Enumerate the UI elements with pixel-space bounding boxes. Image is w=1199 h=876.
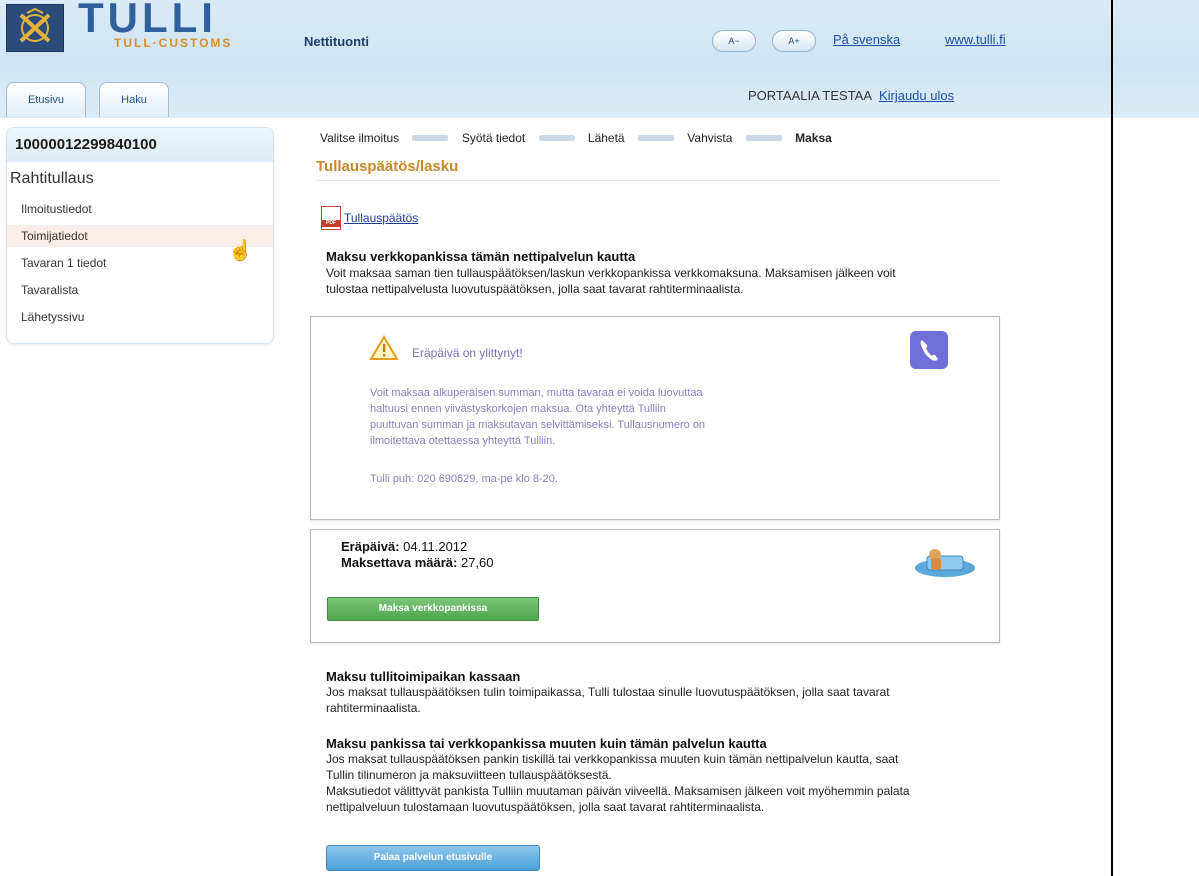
pdf-icon-label: PDF xyxy=(321,220,341,227)
bank-payment-line: Tullin tilinumeron ja maksuviitteen tull… xyxy=(326,768,612,782)
progress-steps: Valitse ilmoitus Syötä tiedot Lähetä Vah… xyxy=(320,130,832,145)
office-payment-line: Jos maksat tullauspäätöksen tulin toimip… xyxy=(326,685,890,699)
page-header: TULLI TULL·CUSTOMS Nettituonti A− A+ På … xyxy=(0,0,1199,118)
warning-icon xyxy=(369,335,399,366)
tab-etusivu[interactable]: Etusivu xyxy=(6,82,86,117)
logout-link[interactable]: Kirjaudu ulos xyxy=(879,88,954,103)
bank-payment-line: Maksutiedot välittyvät pankista Tulliin … xyxy=(326,784,910,798)
office-payment-line: rahtiterminaalista. xyxy=(326,701,421,715)
font-larger-button[interactable]: A+ xyxy=(772,30,816,52)
sidebar-item-tavaralista[interactable]: Tavaralista xyxy=(7,279,273,301)
phone-icon xyxy=(910,331,948,369)
step-arrow-icon xyxy=(745,134,782,141)
app-name: Nettituonti xyxy=(304,34,369,49)
user-name: PORTAALIA TESTAA xyxy=(748,88,872,103)
office-payment-heading: Maksu tullitoimipaikan kassaan xyxy=(326,669,521,684)
customs-emblem-logo xyxy=(6,4,64,52)
warning-text: Voit maksaa alkuperäisen summan, mutta t… xyxy=(370,385,930,449)
step-maksa: Maksa xyxy=(795,130,832,145)
warning-line: Voit maksaa alkuperäisen summan, mutta t… xyxy=(370,387,703,399)
customs-phone-number: Tulli puh: 020 690629, ma-pe klo 8-20. xyxy=(370,473,558,485)
amount-value: 27,60 xyxy=(460,555,494,570)
tulli-site-link[interactable]: www.tulli.fi xyxy=(945,32,1006,47)
user-info: PORTAALIA TESTAA Kirjaudu ulos xyxy=(748,88,954,103)
sidebar: 10000012299840100 Rahtitullaus Ilmoitust… xyxy=(6,127,274,344)
due-date-line: Eräpäivä: 04.11.2012 xyxy=(341,539,467,554)
warning-line: ilmoitettava otettaessa yhteyttä Tulliin… xyxy=(370,435,556,447)
due-date-value: 04.11.2012 xyxy=(403,539,468,554)
declaration-number: 10000012299840100 xyxy=(7,128,273,162)
warning-title: Eräpäivä on ylittynyt! xyxy=(412,346,523,360)
online-payment-heading: Maksu verkkopankissa tämän nettipalvelun… xyxy=(326,249,636,264)
step-laheta: Lähetä xyxy=(587,130,625,145)
hand-cursor-icon: ☝ xyxy=(228,240,253,262)
logo-subtitle: TULL·CUSTOMS xyxy=(114,36,233,50)
warning-line: haltuusi ennen viivästyskorkojen maksua.… xyxy=(370,403,666,415)
vertical-divider-line xyxy=(1111,0,1113,876)
sidebar-item-ilmoitustiedot[interactable]: Ilmoitustiedot xyxy=(7,198,273,220)
online-payment-line: Voit maksaa saman tien tullauspäätöksen/… xyxy=(326,266,896,280)
amount-line: Maksettava määrä: 27,60 xyxy=(341,555,494,570)
bank-payment-line: Jos maksat tullauspäätöksen pankin tiski… xyxy=(326,752,899,766)
font-smaller-button[interactable]: A− xyxy=(712,30,756,52)
pdf-icon[interactable]: PDF xyxy=(321,206,341,230)
step-arrow-icon xyxy=(637,134,674,141)
warning-line: puuttuvan summan ja maksutavan selvittäm… xyxy=(370,419,706,431)
page-title: Tullauspäätös/lasku xyxy=(316,158,459,175)
pay-online-button[interactable]: Maksa verkkopankissa xyxy=(327,597,539,621)
step-arrow-icon xyxy=(412,134,449,141)
sidebar-section-title: Rahtitullaus xyxy=(10,170,94,187)
back-to-home-button[interactable]: Palaa palvelun etusivulle xyxy=(326,845,540,871)
tab-haku[interactable]: Haku xyxy=(99,82,169,117)
online-payment-text: Voit maksaa saman tien tullauspäätöksen/… xyxy=(326,265,896,297)
bank-payment-text: Jos maksat tullauspäätöksen pankin tiski… xyxy=(326,751,910,815)
bank-payment-line: nettipalveluun tulostamaan luovutuspäätö… xyxy=(326,800,765,814)
office-payment-text: Jos maksat tullauspäätöksen tulin toimip… xyxy=(326,684,890,716)
bank-payment-heading: Maksu pankissa tai verkkopankissa muuten… xyxy=(326,736,767,751)
decision-pdf-link[interactable]: Tullauspäätös xyxy=(344,211,418,225)
step-valitse: Valitse ilmoitus xyxy=(320,130,400,145)
amount-label: Maksettava määrä: xyxy=(341,555,458,570)
title-divider xyxy=(316,180,1000,181)
payment-box: Eräpäivä: 04.11.2012 Maksettava määrä: 2… xyxy=(310,529,1000,643)
sidebar-item-lahetyssivu[interactable]: Lähetyssivu xyxy=(7,306,273,328)
online-payment-line: tulostaa nettipalvelusta luovutuspäätöks… xyxy=(326,282,744,296)
step-arrow-icon xyxy=(538,134,575,141)
step-syota: Syötä tiedot xyxy=(461,130,526,145)
swedish-language-link[interactable]: På svenska xyxy=(833,32,900,47)
step-vahvista: Vahvista xyxy=(687,130,733,145)
payment-card-icon xyxy=(907,546,979,587)
overdue-warning-box: Eräpäivä on ylittynyt! Voit maksaa alkup… xyxy=(310,316,1000,520)
due-date-label: Eräpäivä: xyxy=(341,539,400,554)
